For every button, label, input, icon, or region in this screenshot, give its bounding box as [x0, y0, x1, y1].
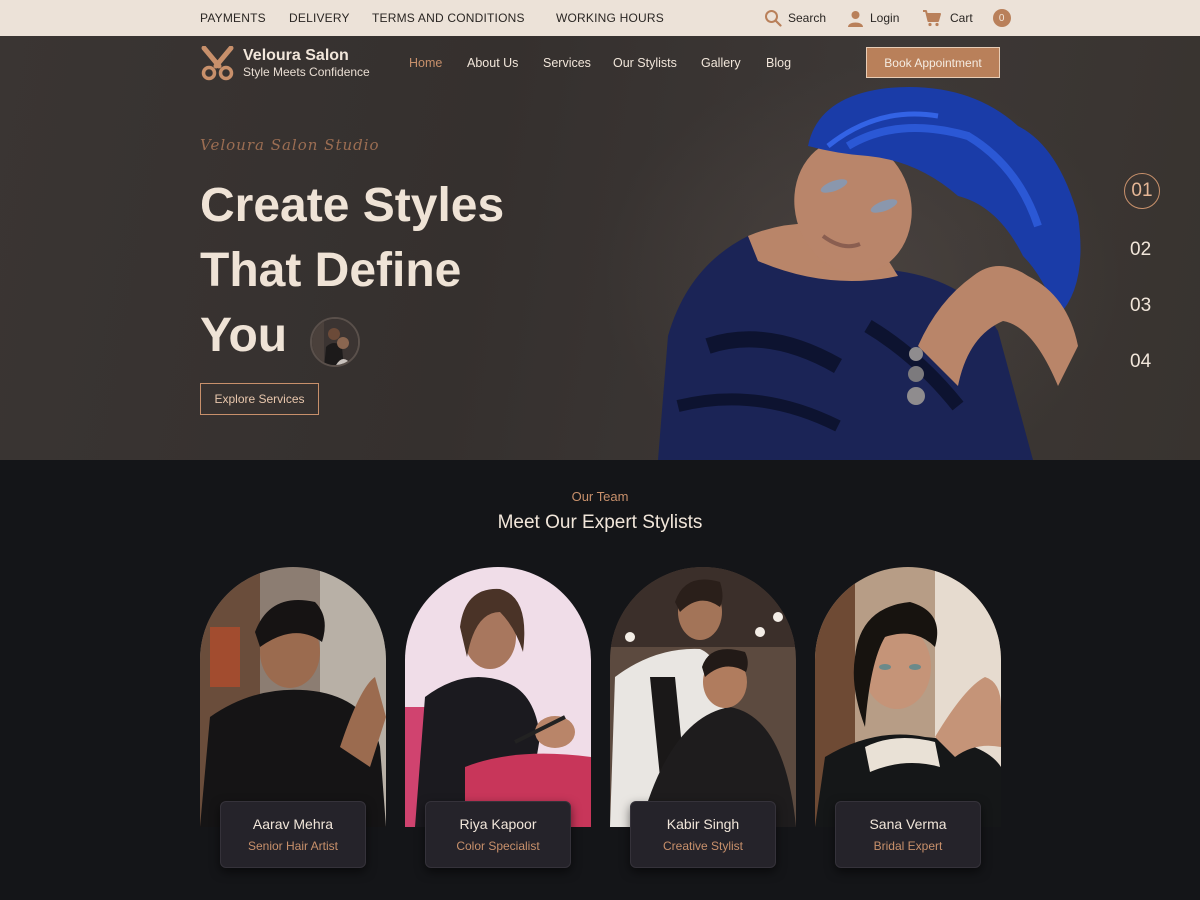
stylist-label-sana: Sana Verma Bridal Expert	[835, 801, 981, 868]
hero-section: Veloura Salon Style Meets Confidence Hom…	[0, 36, 1200, 460]
explore-services-button[interactable]: Explore Services	[200, 383, 319, 415]
stylist-role: Creative Stylist	[662, 839, 744, 853]
nav-services[interactable]: Services	[543, 56, 591, 70]
scissors-logo-icon	[201, 46, 234, 81]
stylist-photo-aarav[interactable]	[200, 567, 386, 827]
slide-indicator-03[interactable]: 03	[1130, 295, 1151, 317]
brand-name: Veloura Salon	[243, 47, 349, 64]
stylist-photo-sana[interactable]	[815, 567, 1001, 827]
book-appointment-button[interactable]: Book Appointment	[866, 47, 1000, 78]
link-delivery[interactable]: DELIVERY	[289, 11, 350, 25]
stylist-name: Riya Kapoor	[459, 816, 537, 832]
hero-model-image	[638, 86, 1118, 460]
hero-headline-line-2: That Define	[200, 244, 462, 297]
site-logo[interactable]: Veloura Salon Style Meets Confidence	[200, 46, 370, 81]
link-terms[interactable]: TERMS AND CONDITIONS	[372, 11, 525, 25]
stylist-photo-kabir[interactable]	[610, 567, 796, 827]
stylist-name: Sana Verma	[869, 816, 947, 832]
slide-indicator-02[interactable]: 02	[1130, 239, 1151, 261]
hero-headline-line-3: You	[200, 309, 288, 362]
stylist-label-aarav: Aarav Mehra Senior Hair Artist	[220, 801, 366, 868]
search-label: Search	[788, 11, 827, 25]
hero-headline-line-1: Create Styles	[200, 179, 505, 232]
user-icon	[848, 10, 863, 27]
team-eyebrow: Our Team	[571, 489, 629, 504]
stylist-role: Senior Hair Artist	[247, 839, 339, 853]
link-payments[interactable]: PAYMENTS	[200, 11, 266, 25]
nav-blog[interactable]: Blog	[766, 56, 791, 70]
login-label: Login	[870, 11, 900, 25]
search-button[interactable]: Search	[764, 8, 826, 28]
cart-icon	[923, 10, 941, 27]
stylist-name: Aarav Mehra	[252, 816, 334, 832]
stylist-name: Kabir Singh	[666, 816, 740, 832]
nav-our-stylists[interactable]: Our Stylists	[613, 56, 677, 70]
hero-script-text: Veloura Salon Studio	[200, 136, 380, 154]
cart-button[interactable]: Cart 0	[922, 8, 1011, 28]
cart-count-badge: 0	[992, 9, 1011, 27]
cart-label: Cart	[950, 11, 973, 25]
hero-thumbnail-image	[310, 317, 360, 367]
stylist-role: Color Specialist	[456, 839, 540, 853]
stylist-role: Bridal Expert	[873, 839, 943, 853]
slide-indicator-01[interactable]: 01	[1124, 173, 1160, 209]
stylist-label-kabir: Kabir Singh Creative Stylist	[630, 801, 776, 868]
team-title: Meet Our Expert Stylists	[497, 512, 703, 533]
brand-tagline: Style Meets Confidence	[243, 65, 370, 79]
stylist-photo-riya[interactable]	[405, 567, 591, 827]
nav-home[interactable]: Home	[409, 56, 442, 70]
nav-gallery[interactable]: Gallery	[701, 56, 741, 70]
stylist-label-riya: Riya Kapoor Color Specialist	[425, 801, 571, 868]
slide-indicator-04[interactable]: 04	[1130, 351, 1151, 373]
login-button[interactable]: Login	[847, 8, 899, 28]
top-utility-bar: PAYMENTS DELIVERY TERMS AND CONDITIONS W…	[0, 0, 1200, 36]
logo-text: Veloura Salon Style Meets Confidence	[243, 47, 370, 80]
nav-about-us[interactable]: About Us	[467, 56, 518, 70]
search-icon	[765, 10, 782, 27]
link-working-hours[interactable]: WORKING HOURS	[556, 11, 664, 25]
